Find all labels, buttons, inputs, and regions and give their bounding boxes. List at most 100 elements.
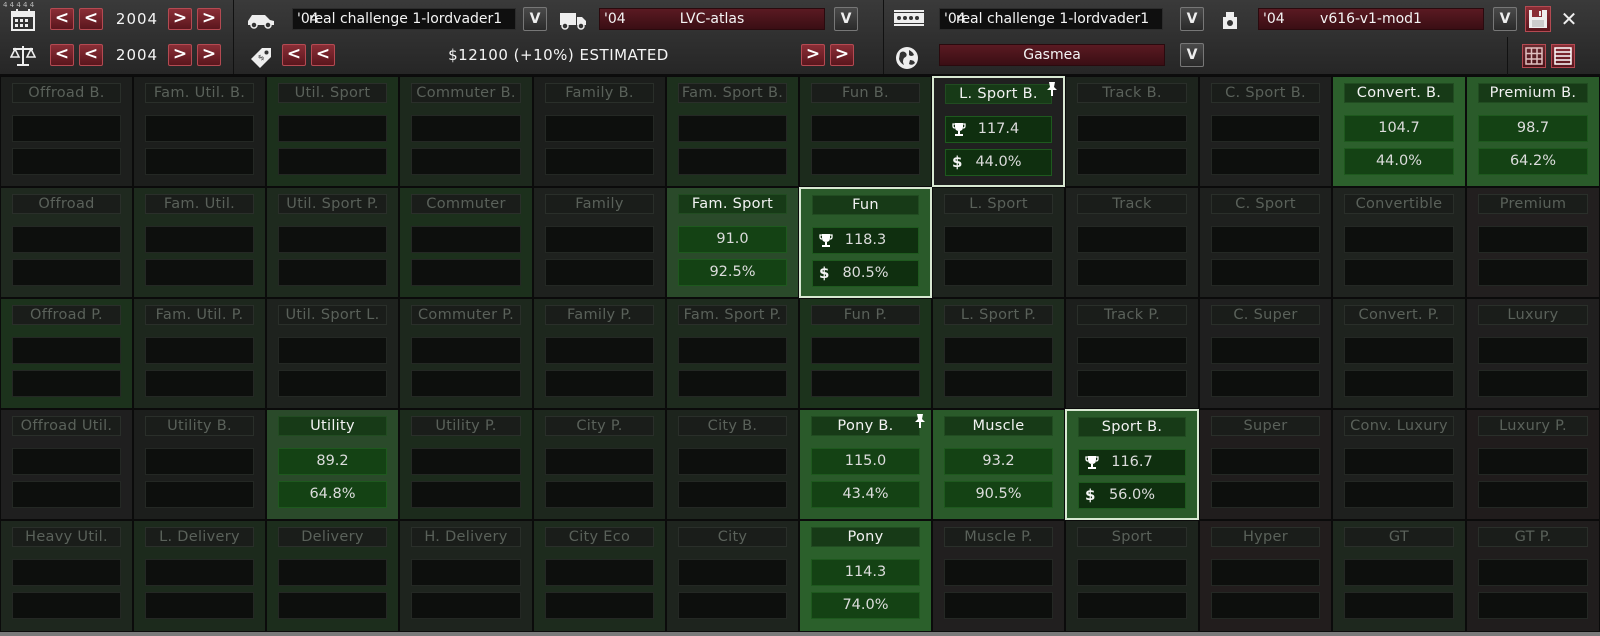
- segment-cell[interactable]: Muscle 93.2 90.5%: [932, 409, 1065, 520]
- segment-cell[interactable]: Fun P.: [799, 298, 932, 409]
- segment-name: City Eco: [545, 527, 654, 547]
- segment-cell[interactable]: Convertible: [1332, 187, 1466, 298]
- scale-next-button[interactable]: >: [168, 44, 192, 66]
- region-dropdown-button[interactable]: V: [1180, 43, 1204, 67]
- segment-cell[interactable]: Pony B. 115.0 43.4%: [799, 409, 932, 520]
- segment-cell[interactable]: Premium B. 98.7 64.2%: [1466, 76, 1600, 187]
- segment-score: 116.7: [1078, 449, 1186, 476]
- price-next-far-button[interactable]: >: [830, 44, 854, 66]
- save-button[interactable]: [1525, 6, 1551, 32]
- segment-cell[interactable]: Fam. Util. P.: [133, 298, 266, 409]
- segment-cell[interactable]: L. Sport B. 117.4 $44.0%: [932, 76, 1065, 187]
- segment-share: $44.0%: [945, 149, 1052, 176]
- segment-cell[interactable]: City P.: [533, 409, 666, 520]
- trim-field[interactable]: '04 LVC-atlas: [599, 8, 825, 30]
- close-button[interactable]: ✕: [1556, 6, 1582, 32]
- segment-cell[interactable]: L. Delivery: [133, 520, 266, 632]
- year-next-far-button[interactable]: >: [197, 8, 221, 30]
- segment-cell[interactable]: Fun B.: [799, 76, 932, 187]
- segment-cell[interactable]: Fun 118.3 $80.5%: [799, 187, 932, 298]
- segment-cell[interactable]: Sport: [1065, 520, 1199, 632]
- segment-cell[interactable]: Family P.: [533, 298, 666, 409]
- segment-cell[interactable]: Commuter P.: [399, 298, 533, 409]
- bottom-border: [0, 632, 1600, 636]
- car-selection: '04 real challenge 1-lordvader1 V '04 LV…: [233, 0, 883, 74]
- segment-name: City: [678, 527, 787, 547]
- segment-cell[interactable]: Fam. Util.: [133, 187, 266, 298]
- segment-cell[interactable]: Offroad P.: [0, 298, 133, 409]
- segment-cell[interactable]: Family: [533, 187, 666, 298]
- segment-score-value: 118.3: [844, 232, 887, 248]
- segment-cell[interactable]: Track B.: [1065, 76, 1199, 187]
- segment-cell[interactable]: C. Sport: [1199, 187, 1332, 298]
- year-next-button[interactable]: >: [168, 8, 192, 30]
- segment-cell[interactable]: Luxury: [1466, 298, 1600, 409]
- segment-cell[interactable]: L. Sport P.: [932, 298, 1065, 409]
- segment-cell[interactable]: Util. Sport P.: [266, 187, 399, 298]
- segment-share: [411, 148, 521, 175]
- segment-cell[interactable]: Conv. Luxury: [1332, 409, 1466, 520]
- segment-cell[interactable]: Luxury P.: [1466, 409, 1600, 520]
- segment-cell[interactable]: Utility B.: [133, 409, 266, 520]
- segment-cell[interactable]: Heavy Util.: [0, 520, 133, 632]
- segment-cell[interactable]: City Eco: [533, 520, 666, 632]
- segment-cell[interactable]: L. Sport: [932, 187, 1065, 298]
- segment-cell[interactable]: City: [666, 520, 799, 632]
- segment-cell[interactable]: Offroad: [0, 187, 133, 298]
- segment-cell[interactable]: Commuter: [399, 187, 533, 298]
- trim-dropdown-button[interactable]: V: [834, 7, 858, 31]
- segment-cell[interactable]: Premium: [1466, 187, 1600, 298]
- segment-cell[interactable]: Track: [1065, 187, 1199, 298]
- segment-cell[interactable]: Convert. B. 104.7 44.0%: [1332, 76, 1466, 187]
- grid-view-button[interactable]: [1522, 44, 1546, 68]
- list-view-button[interactable]: [1551, 44, 1575, 68]
- segment-cell[interactable]: Utility 89.2 64.8%: [266, 409, 399, 520]
- engine-variant-field[interactable]: '04 v616-v1-mod1: [1258, 8, 1484, 30]
- year-prev-far-button[interactable]: <: [50, 8, 74, 30]
- segment-cell[interactable]: City B.: [666, 409, 799, 520]
- segment-cell[interactable]: Family B.: [533, 76, 666, 187]
- pin-icon[interactable]: [913, 413, 927, 433]
- segment-name: Util. Sport L.: [278, 305, 387, 325]
- segment-cell[interactable]: Delivery: [266, 520, 399, 632]
- segment-cell[interactable]: Offroad Util.: [0, 409, 133, 520]
- scale-prev-far-button[interactable]: <: [50, 44, 74, 66]
- engine-family-dropdown-button[interactable]: V: [1180, 7, 1204, 31]
- car-model-field[interactable]: '04 real challenge 1-lordvader1: [292, 8, 516, 30]
- segment-cell[interactable]: Commuter B.: [399, 76, 533, 187]
- segment-cell[interactable]: Super: [1199, 409, 1332, 520]
- segment-cell[interactable]: Muscle P.: [932, 520, 1065, 632]
- scale-next-far-button[interactable]: >: [197, 44, 221, 66]
- segment-cell[interactable]: Fam. Sport 91.0 92.5%: [666, 187, 799, 298]
- segment-cell[interactable]: Hyper: [1199, 520, 1332, 632]
- segment-share: [145, 148, 254, 175]
- segment-cell[interactable]: Track P.: [1065, 298, 1199, 409]
- price-next-button[interactable]: >: [801, 44, 825, 66]
- engine-family-field[interactable]: '04 real challenge 1-lordvader1: [939, 8, 1163, 30]
- segment-cell[interactable]: Pony 114.3 74.0%: [799, 520, 932, 632]
- segment-cell[interactable]: Convert. P.: [1332, 298, 1466, 409]
- segment-name: Fun B.: [811, 83, 920, 103]
- region-field[interactable]: Gasmea: [939, 44, 1165, 66]
- engine-variant-dropdown-button[interactable]: V: [1493, 7, 1517, 31]
- scale-prev-button[interactable]: <: [79, 44, 103, 66]
- segment-cell[interactable]: C. Sport B.: [1199, 76, 1332, 187]
- car-model-dropdown-button[interactable]: V: [523, 7, 547, 31]
- segment-cell[interactable]: H. Delivery: [399, 520, 533, 632]
- segment-share: $80.5%: [812, 260, 919, 287]
- year-prev-button[interactable]: <: [79, 8, 103, 30]
- segment-score: [1344, 337, 1454, 364]
- segment-cell[interactable]: Offroad B.: [0, 76, 133, 187]
- segment-cell[interactable]: GT: [1332, 520, 1466, 632]
- segment-cell[interactable]: Util. Sport: [266, 76, 399, 187]
- pin-icon[interactable]: [1045, 81, 1059, 101]
- segment-cell[interactable]: Fam. Sport P.: [666, 298, 799, 409]
- segment-cell[interactable]: Utility P.: [399, 409, 533, 520]
- segment-cell[interactable]: Sport B. 116.7 $56.0%: [1065, 409, 1199, 520]
- segment-cell[interactable]: GT P.: [1466, 520, 1600, 632]
- segment-cell[interactable]: C. Super: [1199, 298, 1332, 409]
- segment-name: C. Sport: [1211, 194, 1320, 214]
- segment-cell[interactable]: Fam. Util. B.: [133, 76, 266, 187]
- segment-cell[interactable]: Fam. Sport B.: [666, 76, 799, 187]
- segment-cell[interactable]: Util. Sport L.: [266, 298, 399, 409]
